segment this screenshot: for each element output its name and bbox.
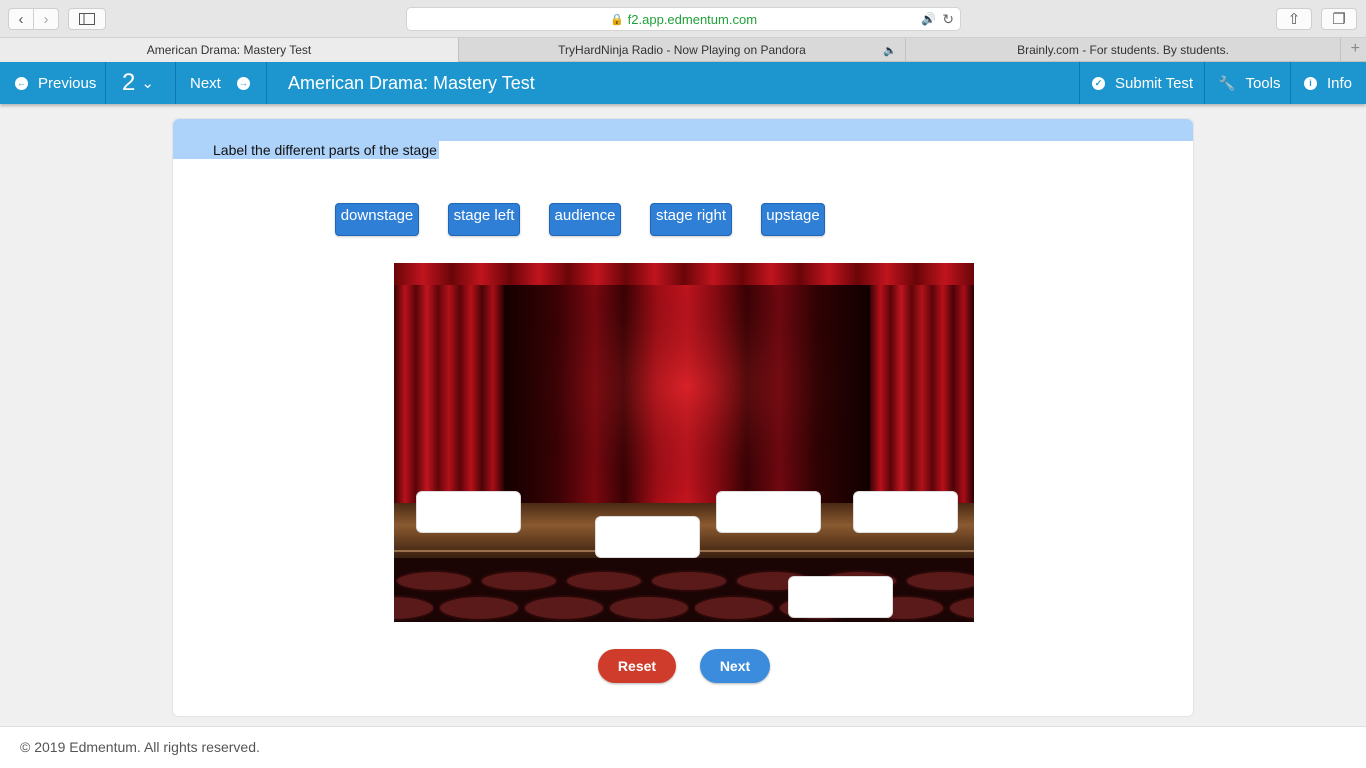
label-chip-stage-right[interactable]: stage right (650, 203, 732, 236)
divider (266, 62, 267, 104)
tools-label: Tools (1245, 74, 1281, 92)
tab-american-drama[interactable]: American Drama: Mastery Test (0, 38, 459, 62)
copyright-text: © 2019 Edmentum. All rights reserved. (20, 739, 260, 755)
divider (1204, 62, 1205, 104)
url-text: f2.app.edmentum.com (627, 11, 758, 27)
stage-image (394, 263, 974, 622)
chip-label: stage right (655, 207, 727, 224)
reset-button[interactable]: Reset (598, 649, 676, 683)
drop-target-4[interactable] (853, 491, 958, 533)
label-chip-upstage[interactable]: upstage (761, 203, 825, 236)
tab-brainly[interactable]: Brainly.com - For students. By students. (906, 38, 1341, 62)
tab-label: TryHardNinja Radio - Now Playing on Pand… (558, 43, 806, 57)
arrow-left-icon: ← (15, 76, 28, 90)
card-header (173, 119, 1193, 141)
next-label: Next (190, 74, 221, 92)
divider (1290, 62, 1291, 104)
reload-icon[interactable]: ↻ (942, 11, 954, 28)
speaker-icon[interactable]: 🔊 (921, 12, 936, 26)
page-title: American Drama: Mastery Test (288, 72, 535, 93)
chip-label: downstage (340, 207, 414, 224)
label-chip-downstage[interactable]: downstage (335, 203, 419, 236)
tab-label: Brainly.com - For students. By students. (1017, 43, 1229, 57)
chevron-down-icon: ⌄ (141, 75, 154, 92)
drop-target-3[interactable] (716, 491, 821, 533)
submit-label: Submit Test (1115, 74, 1194, 92)
stage-illustration (394, 263, 974, 622)
address-bar[interactable]: 🔒 f2.app.edmentum.com 🔊 ↻ (406, 7, 961, 31)
previous-label: Previous (38, 74, 97, 92)
info-button[interactable]: i Info (1304, 62, 1352, 104)
check-circle-icon: ✓ (1092, 76, 1105, 90)
tools-button[interactable]: 🔧 Tools (1218, 62, 1280, 104)
divider (1079, 62, 1080, 104)
tab-strip: American Drama: Mastery Test TryHardNinj… (0, 38, 1366, 62)
previous-button[interactable]: ← Previous (15, 62, 96, 104)
chip-label: audience (554, 207, 616, 224)
divider (105, 62, 106, 104)
footer: © 2019 Edmentum. All rights reserved. (0, 726, 1366, 768)
wrench-icon: 🔧 (1218, 74, 1236, 91)
drop-target-1[interactable] (416, 491, 521, 533)
lock-icon: 🔒 (609, 13, 624, 26)
question-selector[interactable]: 2 ⌄ (122, 62, 154, 104)
question-card: Label the different parts of the stage d… (172, 118, 1194, 717)
drop-target-5[interactable] (788, 576, 893, 618)
forward-icon[interactable]: › (33, 8, 59, 30)
submit-test-button[interactable]: ✓ Submit Test (1092, 62, 1193, 104)
question-prompt: Label the different parts of the stage (213, 141, 439, 159)
new-tab-icon[interactable]: + (1351, 40, 1360, 58)
sidebar-icon[interactable] (68, 8, 106, 30)
info-icon: i (1304, 76, 1317, 90)
show-tabs-icon[interactable]: ❐ (1321, 8, 1357, 30)
drop-target-2[interactable] (595, 516, 700, 558)
tab-pandora[interactable]: TryHardNinja Radio - Now Playing on Pand… (459, 38, 906, 62)
label-chip-audience[interactable]: audience (549, 203, 621, 236)
chip-label: stage left (453, 207, 515, 224)
speaker-icon[interactable]: 🔈 (883, 44, 897, 57)
next-question-button[interactable]: Next → (190, 62, 250, 104)
label-chip-stage-left[interactable]: stage left (448, 203, 520, 236)
chip-label: upstage (766, 207, 820, 224)
next-button[interactable]: Next (700, 649, 770, 683)
share-icon[interactable]: ⇧ (1276, 8, 1312, 30)
tab-label: American Drama: Mastery Test (146, 43, 312, 57)
info-label: Info (1327, 74, 1353, 92)
browser-toolbar: ‹ › 🔒 f2.app.edmentum.com 🔊 ↻ ⇧ ❐ (0, 0, 1366, 38)
arrow-right-icon: → (236, 76, 250, 90)
question-number: 2 (122, 69, 136, 96)
app-toolbar: ← Previous 2 ⌄ Next → American Drama: Ma… (0, 62, 1366, 104)
back-icon[interactable]: ‹ (8, 8, 34, 30)
divider (175, 62, 176, 104)
